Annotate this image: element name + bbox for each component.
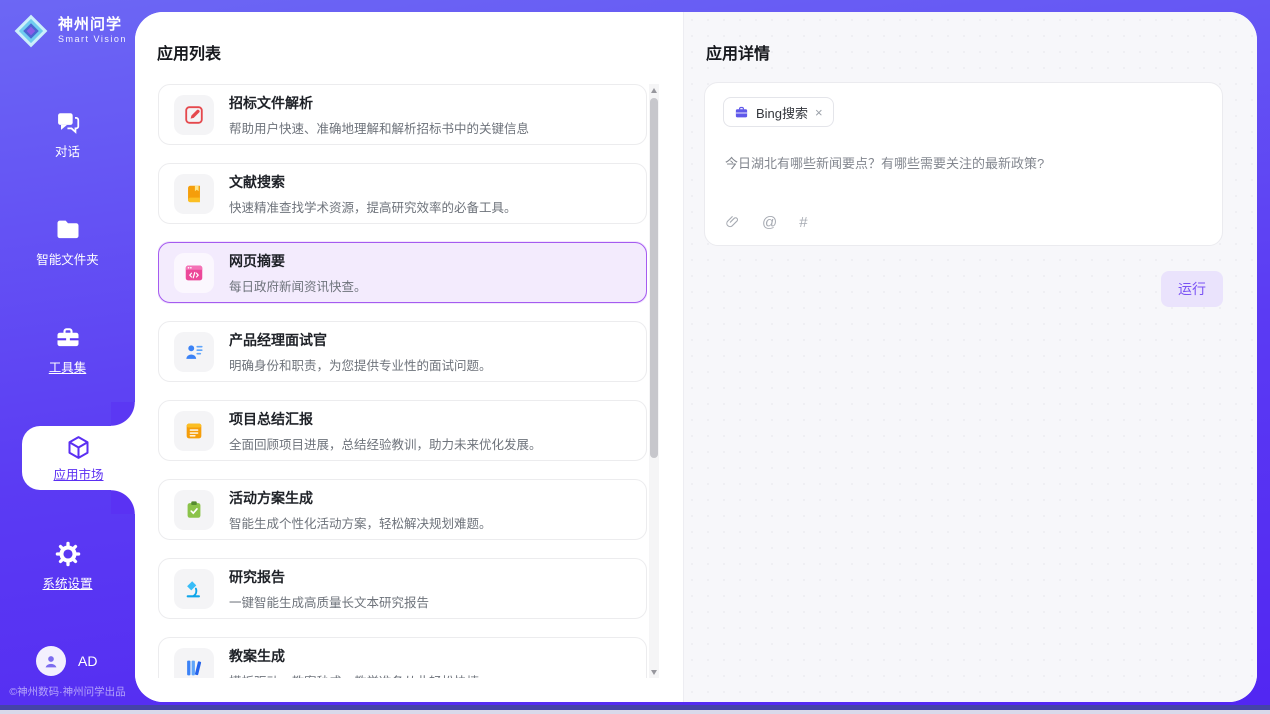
app-card-desc: 全面回顾项目进展，总结经验教训，助力未来优化发展。 xyxy=(229,434,542,453)
sidebar-item-label: 智能文件夹 xyxy=(36,253,99,267)
app-card-list: 招标文件解析 帮助用户快速、准确地理解和解析招标书中的关键信息 文献搜索 快速精… xyxy=(158,84,647,678)
app-card-desc: 帮助用户快速、准确地理解和解析招标书中的关键信息 xyxy=(229,118,529,137)
sidebar-item-label: 系统设置 xyxy=(42,577,92,591)
clipboard-check-icon xyxy=(174,490,214,530)
book-icon xyxy=(174,174,214,214)
interviewer-icon xyxy=(174,332,214,372)
user-account[interactable]: AD xyxy=(36,646,97,676)
sidebar-item-smart-folder[interactable]: 智能文件夹 xyxy=(0,216,135,269)
app-card-bid-analysis[interactable]: 招标文件解析 帮助用户快速、准确地理解和解析招标书中的关键信息 xyxy=(158,84,647,145)
prompt-text[interactable]: 今日湖北有哪些新闻要点？有哪些需要关注的最新政策? xyxy=(725,153,1202,172)
app-card-event-plan[interactable]: 活动方案生成 智能生成个性化活动方案，轻松解决规划难题。 xyxy=(158,479,647,540)
document-edit-icon xyxy=(174,95,214,135)
app-card-research-report[interactable]: 研究报告 一键智能生成高质量长文本研究报告 xyxy=(158,558,647,619)
run-button[interactable]: 运行 xyxy=(1161,271,1223,307)
app-card-pm-interviewer[interactable]: 产品经理面试官 明确身份和职责，为您提供专业性的面试问题。 xyxy=(158,321,647,382)
app-card-web-summary[interactable]: 网页摘要 每日政府新闻资讯快查。 xyxy=(158,242,647,303)
app-card-desc: 模板驱动，教案秒成，教学准备从此轻松快捷 xyxy=(229,671,479,679)
close-icon[interactable]: × xyxy=(815,106,823,119)
app-card-title: 网页摘要 xyxy=(229,251,367,271)
app-card-title: 产品经理面试官 xyxy=(229,330,492,350)
app-card-desc: 智能生成个性化活动方案，轻松解决规划难题。 xyxy=(229,513,492,532)
scroll-down-icon[interactable] xyxy=(649,666,659,678)
sidebar-item-toolset[interactable]: 工具集 xyxy=(0,324,135,377)
prompt-card: Bing搜索 × 今日湖北有哪些新闻要点？有哪些需要关注的最新政策? @ # xyxy=(704,82,1223,246)
list-scrollbar[interactable] xyxy=(649,84,659,678)
app-detail-panel: 应用详情 Bing搜索 × 今日湖北有哪些新闻要点？有哪些需要关注的最新政策? … xyxy=(683,12,1257,702)
sidebar-item-chat[interactable]: 对话 xyxy=(0,108,135,161)
app-card-title: 招标文件解析 xyxy=(229,93,529,113)
toolbox-icon xyxy=(54,324,82,352)
app-card-project-summary[interactable]: 项目总结汇报 全面回顾项目进展，总结经验教训，助力未来优化发展。 xyxy=(158,400,647,461)
gear-icon xyxy=(54,540,82,568)
copyright-footer: ©神州数码·神州问学出品 xyxy=(0,684,135,699)
app-detail-title: 应用详情 xyxy=(706,40,770,64)
briefcase-icon xyxy=(734,105,749,120)
tool-chip-label: Bing搜索 xyxy=(756,103,808,122)
tool-chip-bing-search[interactable]: Bing搜索 × xyxy=(723,97,834,127)
books-icon xyxy=(174,648,214,679)
prompt-toolbar: @ # xyxy=(725,214,808,231)
app-card-desc: 快速精准查找学术资源，提高研究效率的必备工具。 xyxy=(229,197,517,216)
app-card-title: 活动方案生成 xyxy=(229,488,492,508)
app-list-panel: 应用列表 招标文件解析 帮助用户快速、准确地理解和解析招标书中的关键信息 xyxy=(135,12,683,702)
app-card-desc: 明确身份和职责，为您提供专业性的面试问题。 xyxy=(229,355,492,374)
sidebar-item-label: 工具集 xyxy=(49,361,87,375)
user-initials: AD xyxy=(78,653,97,669)
webpage-code-icon xyxy=(174,253,214,293)
brand-name: 神州问学 xyxy=(58,17,127,34)
scroll-up-icon[interactable] xyxy=(649,84,659,96)
main-content: 应用列表 招标文件解析 帮助用户快速、准确地理解和解析招标书中的关键信息 xyxy=(135,12,1257,702)
sidebar: 神州问学 Smart Vision 对话 智能文件夹 工具集 应用市场 xyxy=(0,0,135,714)
sidebar-item-app-market[interactable]: 应用市场 xyxy=(22,426,135,490)
app-card-literature-search[interactable]: 文献搜索 快速精准查找学术资源，提高研究效率的必备工具。 xyxy=(158,163,647,224)
app-card-title: 教案生成 xyxy=(229,646,479,666)
app-card-desc: 一键智能生成高质量长文本研究报告 xyxy=(229,592,429,611)
microscope-icon xyxy=(174,569,214,609)
window-bottom-edge xyxy=(0,710,1270,714)
app-card-title: 文献搜索 xyxy=(229,172,517,192)
scrollbar-thumb[interactable] xyxy=(650,98,658,458)
app-card-title: 项目总结汇报 xyxy=(229,409,542,429)
app-card-desc: 每日政府新闻资讯快查。 xyxy=(229,276,367,295)
person-icon xyxy=(42,652,60,670)
brand-subtitle: Smart Vision xyxy=(58,35,127,45)
folder-icon xyxy=(54,216,82,244)
sidebar-item-label: 对话 xyxy=(55,145,80,159)
chat-icon xyxy=(54,108,82,136)
brand-logo: 神州问学 Smart Vision xyxy=(12,12,127,50)
app-card-lesson-plan[interactable]: 教案生成 模板驱动，教案秒成，教学准备从此轻松快捷 xyxy=(158,637,647,678)
sidebar-item-settings[interactable]: 系统设置 xyxy=(0,540,135,593)
mention-icon[interactable]: @ xyxy=(762,214,777,231)
app-card-title: 研究报告 xyxy=(229,567,429,587)
cube-icon xyxy=(65,434,92,461)
summary-report-icon xyxy=(174,411,214,451)
attach-icon[interactable] xyxy=(725,214,740,231)
topic-icon[interactable]: # xyxy=(799,214,807,231)
avatar xyxy=(36,646,66,676)
diamond-logo-icon xyxy=(12,12,50,50)
app-list-title: 应用列表 xyxy=(157,40,221,64)
sidebar-item-label: 应用市场 xyxy=(53,468,103,482)
